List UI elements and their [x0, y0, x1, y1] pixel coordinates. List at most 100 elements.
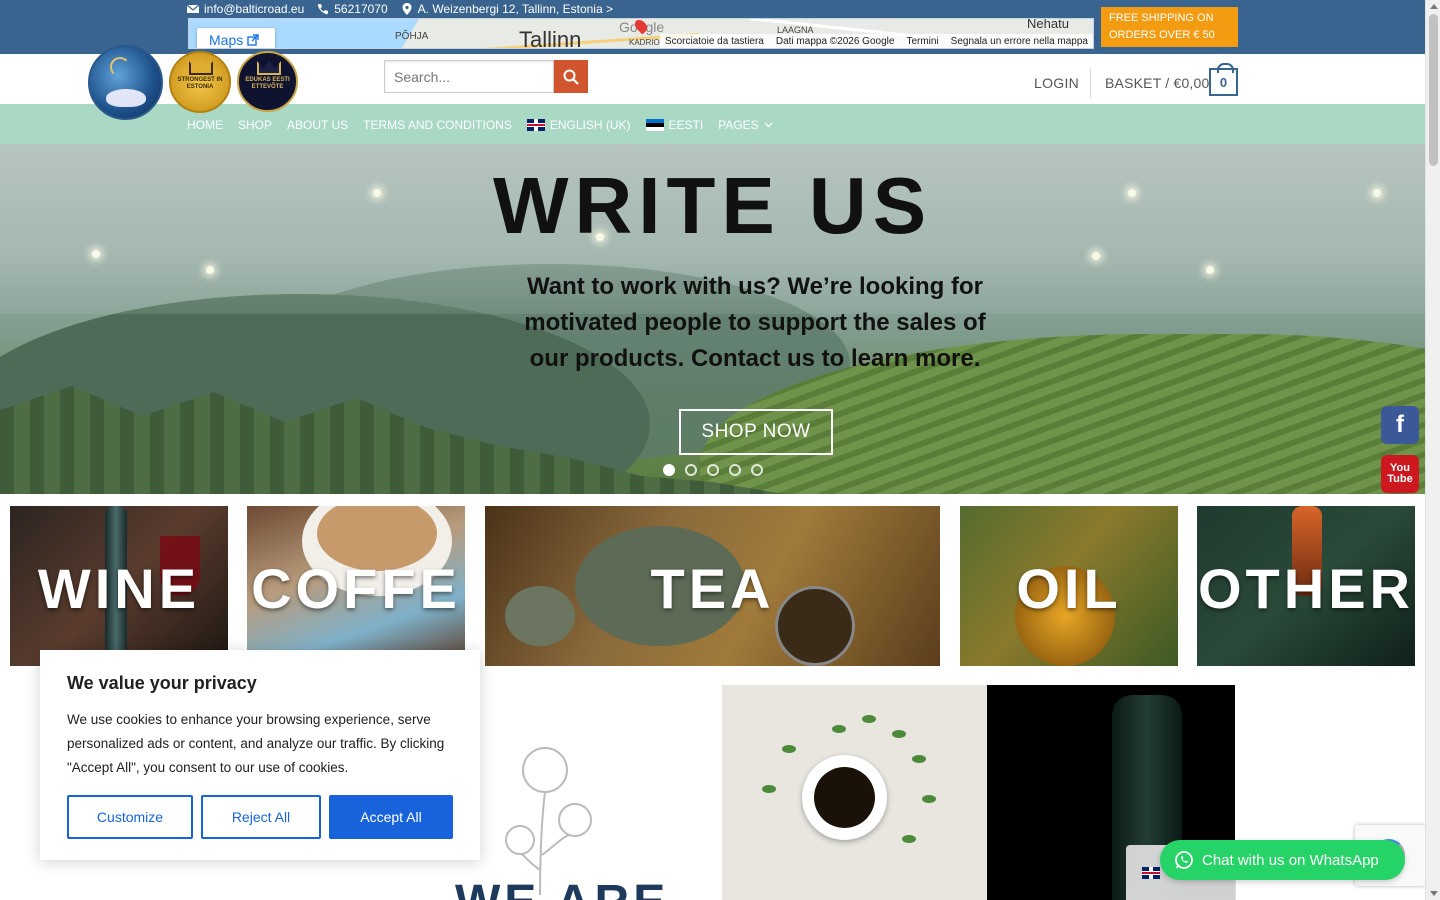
leaf-decoration: [912, 755, 926, 763]
main-nav: HOME SHOP ABOUT US TERMS AND CONDITIONS …: [0, 104, 1425, 144]
reject-all-button[interactable]: Reject All: [201, 795, 321, 839]
basket-link[interactable]: BASKET / €0,00: [1105, 75, 1210, 91]
customize-button[interactable]: Customize: [67, 795, 193, 839]
category-label: OTHER: [1198, 557, 1414, 620]
whatsapp-label: Chat with us on WhatsApp: [1202, 851, 1379, 869]
pages-label: PAGES: [718, 118, 759, 132]
scroll-thumb[interactable]: [1429, 14, 1438, 166]
category-tile-oil[interactable]: OIL: [960, 506, 1178, 666]
nav-item-about[interactable]: ABOUT US: [287, 118, 348, 132]
facebook-glyph: f: [1396, 411, 1404, 438]
about-heading: WE ARE: [455, 875, 669, 900]
successful-estonian-company-badge[interactable]: EDUKAS EESTI ETTEVÕTE: [237, 51, 298, 112]
scroll-up-arrow-icon[interactable]: [1430, 4, 1438, 9]
phone-text: 56217070: [334, 2, 388, 16]
leaf-decoration: [892, 730, 906, 738]
hero-subtitle: Want to work with us? We’re looking for …: [524, 273, 986, 372]
map-data-credit: Dati mappa ©2026 Google: [775, 35, 895, 47]
google-map-embed[interactable]: Maps PÕHJA Tallinn KADRIO Google LAAGNA …: [188, 18, 1094, 49]
external-link-icon: [247, 34, 259, 46]
uk-flag-icon: [1142, 867, 1160, 879]
cookie-text: We use cookies to enhance your browsing …: [67, 712, 445, 775]
basket-count-icon[interactable]: 0: [1209, 63, 1238, 96]
leaf-decoration: [862, 715, 876, 723]
login-link[interactable]: LOGIN: [1034, 75, 1079, 91]
address-link[interactable]: A. Weizenbergi 12, Tallinn, Estonia >: [401, 2, 613, 16]
free-shipping-button[interactable]: FREE SHIPPING ON ORDERS OVER € 50: [1101, 7, 1238, 47]
category-tile-wine[interactable]: WINE: [10, 506, 228, 666]
scroll-down-arrow-icon[interactable]: [1430, 891, 1438, 896]
youtube-glyph-bottom: Tube: [1387, 473, 1413, 485]
plant-sketch-decoration: [505, 747, 592, 895]
map-label: KADRIO: [629, 38, 660, 47]
crown-icon: [257, 61, 281, 75]
maps-button-label: Maps: [209, 32, 244, 48]
slider-dot-1[interactable]: [663, 464, 675, 476]
slider-dot-2[interactable]: [685, 464, 697, 476]
category-tile-coffee[interactable]: COFFE: [247, 506, 465, 666]
cookie-consent-banner: We value your privacy We use cookies to …: [40, 650, 480, 860]
slider-dot-3[interactable]: [707, 464, 719, 476]
map-footer: Scorciatoie da tastiera Dati mappa ©2026…: [659, 34, 1093, 48]
category-tile-tea[interactable]: TEA: [485, 506, 940, 666]
header-divider: [1090, 68, 1091, 98]
estonia-flag-icon: [645, 119, 664, 131]
uk-flag-icon: [526, 119, 545, 131]
map-report-error-link[interactable]: Segnala un errore nella mappa: [951, 36, 1088, 47]
nav-item-pages[interactable]: PAGES: [718, 118, 773, 132]
chevron-down-icon: [764, 122, 773, 128]
shop-now-button[interactable]: SHOP NOW: [679, 409, 833, 455]
address-text: A. Weizenbergi 12, Tallinn, Estonia >: [417, 2, 613, 16]
nav-items: HOME SHOP ABOUT US TERMS AND CONDITIONS …: [187, 118, 788, 132]
map-marker-icon: [402, 3, 412, 15]
category-label: OIL: [1016, 557, 1122, 620]
whatsapp-chat-button[interactable]: Chat with us on WhatsApp: [1160, 840, 1405, 880]
map-city-label: Tallinn: [519, 27, 582, 49]
email-link[interactable]: info@balticroad.eu: [187, 2, 304, 16]
map-keyboard-shortcuts[interactable]: Scorciatoie da tastiera: [665, 36, 764, 47]
leaf-decoration: [782, 745, 796, 753]
leaf-decoration: [922, 795, 936, 803]
category-label: TEA: [650, 557, 775, 620]
email-text: info@balticroad.eu: [204, 2, 305, 16]
nav-item-lang-en[interactable]: ENGLISH (UK): [526, 118, 631, 132]
coffee-photo: [722, 685, 987, 900]
slider-dot-5[interactable]: [751, 464, 763, 476]
open-in-maps-button[interactable]: Maps: [197, 28, 275, 48]
crown-icon: [189, 61, 213, 75]
slider-dot-4[interactable]: [729, 464, 741, 476]
map-water: [339, 19, 549, 48]
search-icon: [563, 69, 579, 85]
map-label: PÕHJA: [395, 31, 429, 42]
page: info@balticroad.eu 56217070 A. Weizenber…: [0, 0, 1440, 900]
site-logo[interactable]: [88, 45, 163, 120]
nav-item-home[interactable]: HOME: [187, 118, 223, 132]
lotus-icon: [106, 89, 146, 107]
hero-title: WRITE US: [492, 161, 933, 250]
leaf-decoration: [902, 835, 916, 843]
map-terms-link[interactable]: Termini: [906, 36, 938, 47]
leaf-decoration: [762, 785, 776, 793]
nav-item-shop[interactable]: SHOP: [238, 118, 272, 132]
category-tile-other[interactable]: OTHER: [1197, 506, 1415, 666]
facebook-icon[interactable]: f: [1381, 406, 1419, 444]
coffee-cup-decoration: [802, 755, 887, 840]
cookie-title: We value your privacy: [67, 673, 257, 693]
moon-icon: [110, 57, 130, 77]
youtube-icon[interactable]: You Tube: [1381, 455, 1419, 493]
accept-all-button[interactable]: Accept All: [329, 795, 453, 839]
page-scrollbar[interactable]: [1425, 0, 1440, 900]
search-input[interactable]: Search...: [384, 60, 554, 93]
strongest-in-estonia-badge[interactable]: STRONGEST IN ESTONIA: [169, 51, 231, 113]
slider-dots: [663, 464, 763, 476]
nav-item-terms[interactable]: TERMS AND CONDITIONS: [363, 118, 512, 132]
category-label: COFFE: [251, 557, 461, 620]
firefly-decoration: [1206, 266, 1214, 274]
nav-item-lang-ee[interactable]: EESTI: [645, 118, 703, 132]
top-contacts: info@balticroad.eu 56217070 A. Weizenber…: [187, 2, 613, 16]
lang-en-label: ENGLISH (UK): [549, 118, 631, 132]
hero-slider[interactable]: WRITE US Want to work with us? We’re loo…: [0, 144, 1425, 494]
phone-link[interactable]: 56217070: [317, 2, 388, 16]
search-button[interactable]: [554, 60, 588, 93]
envelope-icon: [187, 4, 199, 13]
